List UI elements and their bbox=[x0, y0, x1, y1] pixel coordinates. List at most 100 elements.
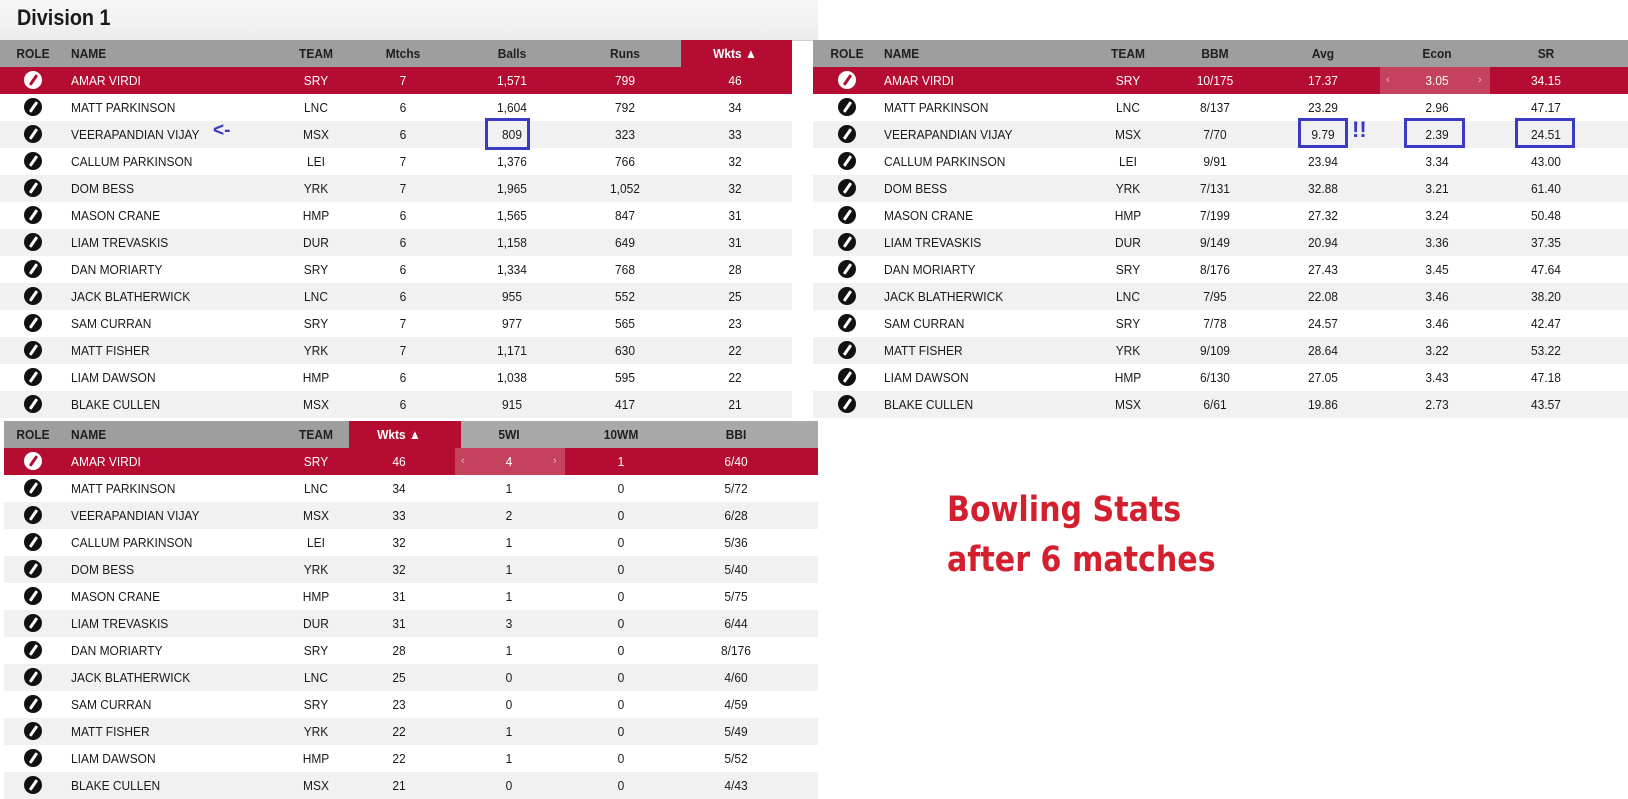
table-row[interactable]: LIAM TREVASKIS DUR 6 1,158 649 31 bbox=[0, 229, 792, 256]
table-row[interactable]: DAN MORIARTY SRY 6 1,334 768 28 bbox=[0, 256, 792, 283]
table-row[interactable]: BLAKE CULLEN MSX 6 915 417 21 bbox=[0, 391, 792, 418]
table-header: ROLE NAME TEAM BBM Avg Econ SR bbox=[813, 40, 1628, 67]
column-header-mtchs[interactable]: Mtchs bbox=[375, 40, 430, 67]
column-header-avg[interactable]: Avg bbox=[1291, 40, 1355, 67]
annotation-box-sr bbox=[1515, 118, 1575, 148]
bowler-icon bbox=[24, 71, 42, 89]
chevron-right-icon[interactable]: › bbox=[553, 448, 557, 475]
column-header-name[interactable]: NAME bbox=[71, 40, 255, 67]
stat-cell: 8/176 bbox=[721, 643, 751, 658]
column-header-bbi[interactable]: BBI bbox=[704, 421, 768, 448]
table-row[interactable]: MATT PARKINSON LNC 34 1 0 5/72 bbox=[4, 475, 818, 502]
stat-cell: 47.64 bbox=[1531, 262, 1561, 277]
column-header-sr[interactable]: SR bbox=[1514, 40, 1578, 67]
column-header-role[interactable]: ROLE bbox=[15, 40, 52, 67]
column-header-bbm[interactable]: BBM bbox=[1183, 40, 1247, 67]
team-cell: MSX bbox=[303, 508, 329, 523]
player-name-cell: VEERAPANDIAN VIJAY bbox=[71, 508, 200, 523]
table-row[interactable]: AMAR VIRDI SRY 7 1,571 799 46 bbox=[0, 67, 792, 94]
annotation-exclaim: !! bbox=[1352, 117, 1367, 142]
table-row[interactable]: JACK BLATHERWICK LNC 7/95 22.08 3.46 38.20 bbox=[813, 283, 1628, 310]
team-cell: MSX bbox=[1115, 127, 1141, 142]
table-row[interactable]: LIAM DAWSON HMP 22 1 0 5/52 bbox=[4, 745, 818, 772]
table-row[interactable]: VEERAPANDIAN VIJAY MSX 6 809 323 33 bbox=[0, 121, 792, 148]
player-name-cell: BLAKE CULLEN bbox=[71, 778, 161, 793]
stat-cell: 7 bbox=[399, 154, 407, 169]
table-row[interactable]: SAM CURRAN SRY 7 977 565 23 bbox=[0, 310, 792, 337]
table-row[interactable]: ‹ › AMAR VIRDI SRY 46 4 1 6/40 bbox=[4, 448, 818, 475]
bowling-table-2: ROLE NAME TEAM BBM Avg Econ SR ‹ › AMAR VIRDI SRY 1… bbox=[813, 40, 1628, 418]
player-name-cell: MASON CRANE bbox=[71, 589, 161, 604]
table-row[interactable]: BLAKE CULLEN MSX 6/61 19.86 2.73 43.57 bbox=[813, 391, 1628, 418]
table-row[interactable]: CALLUM PARKINSON LEI 9/91 23.94 3.34 43.00 bbox=[813, 148, 1628, 175]
table-row[interactable]: MASON CRANE HMP 6 1,565 847 31 bbox=[0, 202, 792, 229]
stat-cell: 7 bbox=[399, 73, 407, 88]
table-row[interactable]: CALLUM PARKINSON LEI 32 1 0 5/36 bbox=[4, 529, 818, 556]
player-name-cell: LIAM TREVASKIS bbox=[884, 235, 982, 250]
stat-cell: 8/176 bbox=[1200, 262, 1230, 277]
column-header-name[interactable]: NAME bbox=[884, 40, 1068, 67]
table-row[interactable]: BLAKE CULLEN MSX 21 0 0 4/43 bbox=[4, 772, 818, 799]
table-row[interactable]: MATT FISHER YRK 22 1 0 5/49 bbox=[4, 718, 818, 745]
table-row[interactable]: JACK BLATHERWICK LNC 25 0 0 4/60 bbox=[4, 664, 818, 691]
chevron-left-icon[interactable]: ‹ bbox=[461, 448, 465, 475]
table-row[interactable]: ‹ › AMAR VIRDI SRY 10/175 17.37 3.05 34.15 bbox=[813, 67, 1628, 94]
table-row[interactable]: SAM CURRAN SRY 23 0 0 4/59 bbox=[4, 691, 818, 718]
table-row[interactable]: CALLUM PARKINSON LEI 7 1,376 766 32 bbox=[0, 148, 792, 175]
bowler-icon bbox=[838, 341, 856, 359]
table-row[interactable]: MATT FISHER YRK 7 1,171 630 22 bbox=[0, 337, 792, 364]
bowler-icon bbox=[838, 287, 856, 305]
table-row[interactable]: DOM BESS YRK 32 1 0 5/40 bbox=[4, 556, 818, 583]
table-row[interactable]: MASON CRANE HMP 7/199 27.32 3.24 50.48 bbox=[813, 202, 1628, 229]
stat-cell: 1 bbox=[505, 724, 513, 739]
player-name-cell: JACK BLATHERWICK bbox=[71, 670, 191, 685]
chevron-right-icon[interactable]: › bbox=[1478, 67, 1482, 94]
stat-cell: 5/49 bbox=[724, 724, 748, 739]
column-header-wkts[interactable]: Wkts ▲ bbox=[698, 40, 772, 67]
column-header-wkts[interactable]: Wkts ▲ bbox=[367, 421, 431, 448]
column-header-5wi[interactable]: 5WI bbox=[477, 421, 541, 448]
team-cell: LNC bbox=[1116, 100, 1140, 115]
stat-cell: 27.32 bbox=[1308, 208, 1338, 223]
table-row[interactable]: LIAM DAWSON HMP 6 1,038 595 22 bbox=[0, 364, 792, 391]
stat-cell: 9/109 bbox=[1200, 343, 1230, 358]
column-header-econ[interactable]: Econ bbox=[1405, 40, 1469, 67]
column-header-name[interactable]: NAME bbox=[71, 421, 255, 448]
stat-cell: 1,376 bbox=[497, 154, 527, 169]
column-header-role[interactable]: ROLE bbox=[829, 40, 866, 67]
column-header-team[interactable]: TEAM bbox=[293, 421, 339, 448]
chevron-left-icon[interactable]: ‹ bbox=[1386, 67, 1390, 94]
column-header-team[interactable]: TEAM bbox=[293, 40, 339, 67]
table-row[interactable]: DOM BESS YRK 7/131 32.88 3.21 61.40 bbox=[813, 175, 1628, 202]
column-header-balls[interactable]: Balls bbox=[480, 40, 544, 67]
column-header-runs[interactable]: Runs bbox=[593, 40, 657, 67]
stat-cell: 3.36 bbox=[1425, 235, 1449, 250]
column-header-10wm[interactable]: 10WM bbox=[589, 421, 653, 448]
stat-cell: 0 bbox=[617, 481, 625, 496]
table-row[interactable]: MATT PARKINSON LNC 6 1,604 792 34 bbox=[0, 94, 792, 121]
column-header-role[interactable]: ROLE bbox=[15, 421, 52, 448]
table-row[interactable]: LIAM DAWSON HMP 6/130 27.05 3.43 47.18 bbox=[813, 364, 1628, 391]
stat-cell: 6 bbox=[399, 262, 407, 277]
stat-cell: 595 bbox=[615, 370, 635, 385]
table-row[interactable]: MASON CRANE HMP 31 1 0 5/75 bbox=[4, 583, 818, 610]
player-name-cell: BLAKE CULLEN bbox=[884, 397, 974, 412]
stat-cell: 47.18 bbox=[1531, 370, 1561, 385]
table-row[interactable]: DAN MORIARTY SRY 28 1 0 8/176 bbox=[4, 637, 818, 664]
table-row[interactable]: LIAM TREVASKIS DUR 31 3 0 6/44 bbox=[4, 610, 818, 637]
table-row[interactable]: MATT FISHER YRK 9/109 28.64 3.22 53.22 bbox=[813, 337, 1628, 364]
table-row[interactable]: DAN MORIARTY SRY 8/176 27.43 3.45 47.64 bbox=[813, 256, 1628, 283]
table-row[interactable]: MATT PARKINSON LNC 8/137 23.29 2.96 47.17 bbox=[813, 94, 1628, 121]
column-header-team[interactable]: TEAM bbox=[1105, 40, 1151, 67]
table-row[interactable]: DOM BESS YRK 7 1,965 1,052 32 bbox=[0, 175, 792, 202]
table-row[interactable]: SAM CURRAN SRY 7/78 24.57 3.46 42.47 bbox=[813, 310, 1628, 337]
stat-cell: 766 bbox=[615, 154, 635, 169]
table-row[interactable]: JACK BLATHERWICK LNC 6 955 552 25 bbox=[0, 283, 792, 310]
table-row[interactable]: LIAM TREVASKIS DUR 9/149 20.94 3.36 37.35 bbox=[813, 229, 1628, 256]
team-cell: LNC bbox=[304, 670, 328, 685]
stat-cell: 5/52 bbox=[724, 751, 748, 766]
stat-cell: 7 bbox=[399, 343, 407, 358]
table-row[interactable]: VEERAPANDIAN VIJAY MSX 7/70 9.79 2.39 24.51 bbox=[813, 121, 1628, 148]
team-cell: HMP bbox=[302, 370, 330, 385]
table-row[interactable]: VEERAPANDIAN VIJAY MSX 33 2 0 6/28 bbox=[4, 502, 818, 529]
